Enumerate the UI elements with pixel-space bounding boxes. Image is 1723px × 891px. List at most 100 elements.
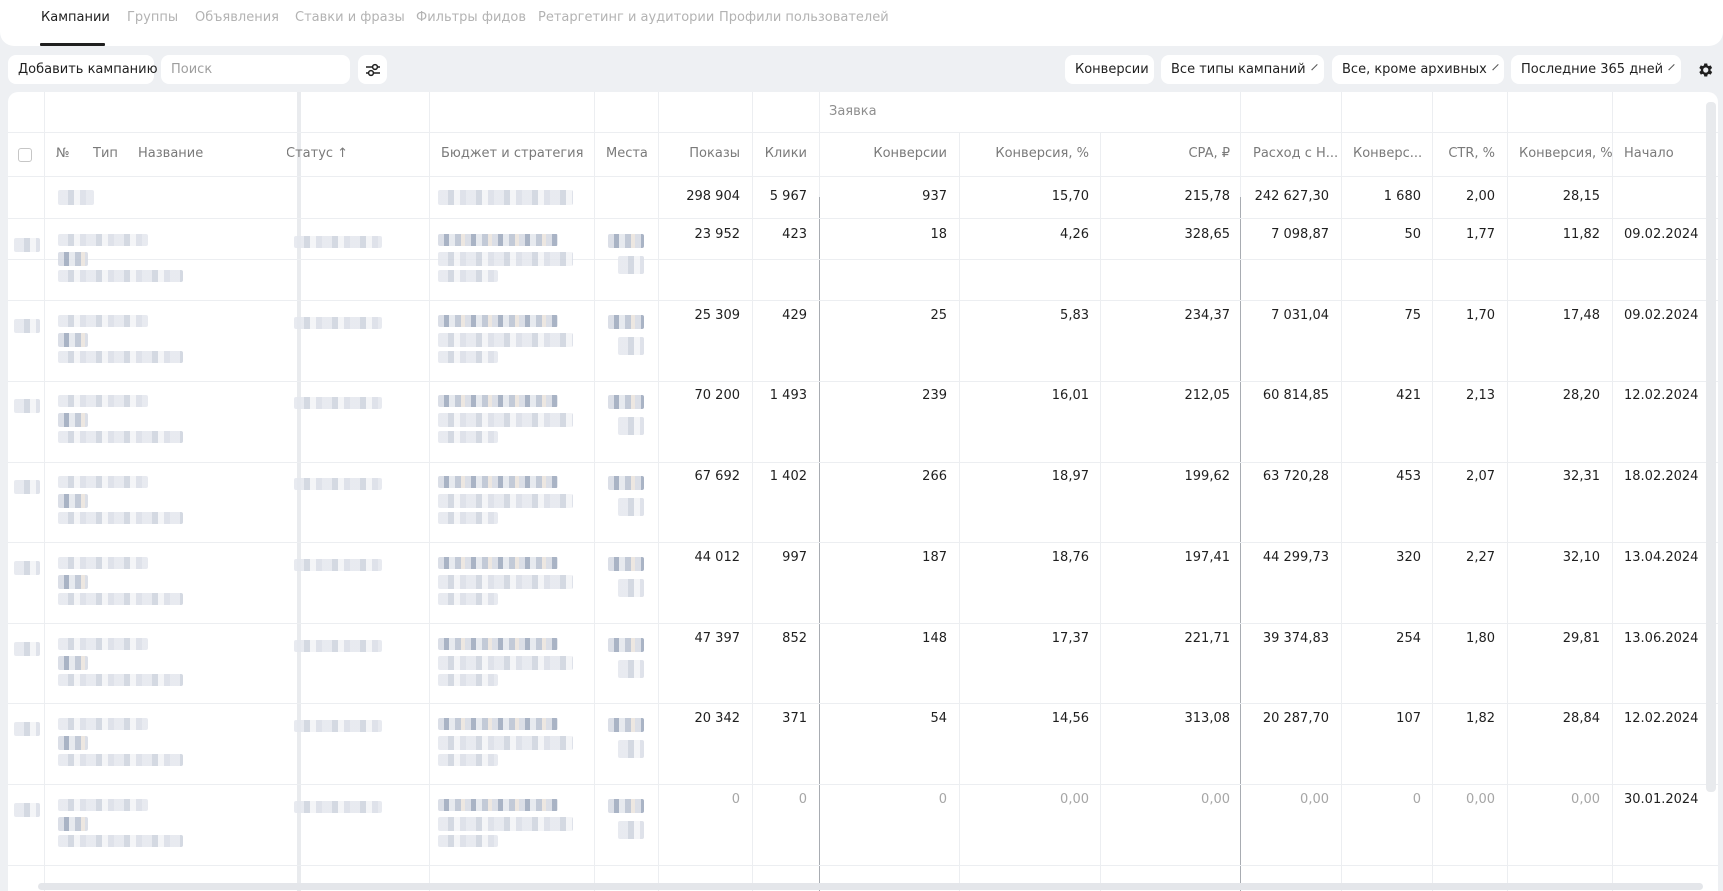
header-places[interactable]: Места [606,146,648,161]
add-campaign-button[interactable]: Добавить кампанию [8,55,158,84]
redacted-text [58,315,148,327]
campaign-types-select[interactable]: Все типы кампаний [1161,55,1324,84]
cell-conv2: 50 [1404,227,1421,242]
redacted-text [58,270,183,282]
tab-retargeting[interactable]: Ретаргетинг и аудитории [538,10,714,25]
cell-clicks: 1 402 [769,469,807,484]
chevron-down-icon [1310,63,1318,70]
tab-campaigns[interactable]: Кампании [41,10,110,25]
search-input[interactable] [161,55,350,84]
total-conversions-2: 1 680 [1383,189,1421,204]
filter-button[interactable] [358,55,387,84]
cell-conv: 54 [930,711,947,726]
settings-button[interactable] [1690,55,1719,84]
cell-shows: 23 952 [694,227,741,242]
redacted-text [438,674,498,686]
cell-start-date: 09.02.2024 [1624,308,1699,323]
total-cpa: 215,78 [1184,189,1231,204]
redacted-text [294,478,382,490]
redacted-text [438,494,573,508]
redacted-text [438,333,573,347]
redacted-text [618,337,644,355]
period-select[interactable]: Последние 365 дней [1511,55,1681,84]
redacted-text [58,736,88,750]
header-conversions[interactable]: Конверсии [819,146,947,161]
redacted-text [58,835,183,847]
redacted-text [14,399,40,413]
header-cpa[interactable]: CPA, ₽ [1100,146,1230,161]
tab-bids[interactable]: Ставки и фразы [295,10,405,25]
redacted-text [618,417,644,435]
cell-clicks: 371 [782,711,807,726]
cell-cpa: 197,41 [1184,550,1231,565]
cell-spend: 20 287,70 [1262,711,1329,726]
select-all-checkbox[interactable] [18,148,32,162]
header-name[interactable]: Название [138,146,203,161]
cell-conv: 25 [930,308,947,323]
cell-shows: 44 012 [694,550,741,565]
header-clicks[interactable]: Клики [752,146,807,161]
cell-start-date: 12.02.2024 [1624,388,1699,403]
conversions-button[interactable]: Конверсии [1065,55,1154,84]
cell-conv-pct2: 28,84 [1562,711,1600,726]
cell-conv2: 107 [1396,711,1421,726]
cell-conv-pct: 5,83 [1060,308,1089,323]
header-num[interactable]: № [56,146,70,161]
header-budget[interactable]: Бюджет и стратегия [441,146,583,161]
archive-filter-select[interactable]: Все, кроме архивных [1332,55,1504,84]
cell-spend: 63 720,28 [1262,469,1329,484]
cell-conv-pct: 0,00 [1060,792,1089,807]
tab-ads[interactable]: Объявления [195,10,279,25]
chevron-down-icon [1668,63,1675,70]
redacted-text [608,718,644,732]
redacted-text [58,476,148,488]
header-shows[interactable]: Показы [658,146,740,161]
cell-conv-pct: 16,01 [1051,388,1089,403]
cell-start-date: 12.02.2024 [1624,711,1699,726]
cell-conv-pct2: 0,00 [1571,792,1600,807]
cell-cpa: 212,05 [1184,388,1231,403]
redacted-text [438,817,573,831]
tab-groups[interactable]: Группы [127,10,178,25]
header-spend[interactable]: Расход с Н... [1253,146,1338,161]
cell-clicks: 1 493 [769,388,807,403]
redacted-text [608,234,644,248]
redacted-text [58,494,88,508]
cell-cpa: 328,65 [1184,227,1231,242]
horizontal-scrollbar[interactable] [38,883,1703,890]
header-status[interactable]: Статус ↑ [287,146,348,161]
cell-cpa: 221,71 [1184,631,1231,646]
cell-conv2: 0 [1412,792,1421,807]
archive-filter-label: Все, кроме архивных [1342,62,1487,77]
redacted-text [14,803,40,817]
cell-conv-pct2: 32,31 [1562,469,1600,484]
redacted-text [438,575,573,589]
redacted-text [438,512,498,524]
redacted-text [438,799,558,811]
header-conversion-pct-2[interactable]: Конверсия, % [1519,146,1613,161]
total-spend: 242 627,30 [1254,189,1329,204]
header-conversion-pct[interactable]: Конверсия, % [959,146,1089,161]
redacted-text [58,431,183,443]
cell-conv-pct2: 17,48 [1562,308,1600,323]
cell-conv: 0 [938,792,947,807]
cell-start-date: 09.02.2024 [1624,227,1699,242]
redacted-text [58,512,183,524]
header-conversions-2[interactable]: Конверс... [1353,146,1422,161]
redacted-text [14,319,40,333]
redacted-text [14,480,40,494]
vertical-scrollbar[interactable] [1706,102,1716,792]
redacted-text [438,476,558,488]
header-type[interactable]: Тип [93,146,118,161]
redacted-text [58,817,88,831]
cell-ctr: 2,07 [1466,469,1495,484]
redacted-text [438,315,558,327]
redacted-text [58,234,148,246]
redacted-text [58,413,88,427]
tab-user-profiles[interactable]: Профили пользователей [719,10,889,25]
header-ctr[interactable]: CTR, % [1432,146,1495,161]
tab-feed-filters[interactable]: Фильтры фидов [416,10,526,25]
header-start[interactable]: Начало [1624,146,1674,161]
cell-cpa: 313,08 [1184,711,1231,726]
cell-clicks: 429 [782,308,807,323]
